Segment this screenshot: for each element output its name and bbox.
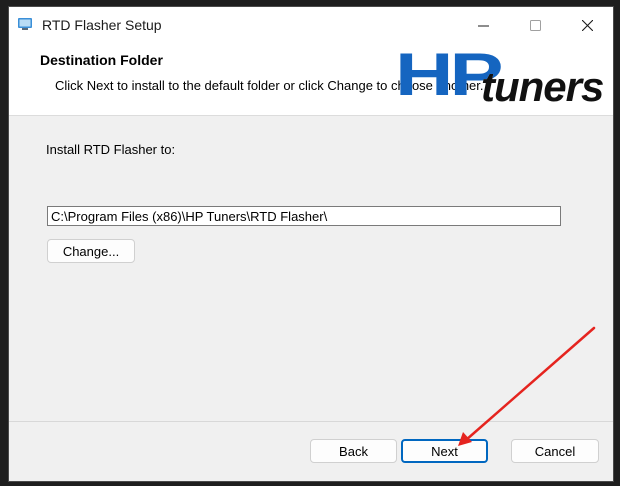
maximize-button[interactable] xyxy=(509,7,561,43)
installer-icon xyxy=(18,18,32,30)
title-bar: RTD Flasher Setup xyxy=(9,7,613,43)
back-button[interactable]: Back xyxy=(310,439,397,463)
next-button[interactable]: Next xyxy=(401,439,488,463)
close-button[interactable] xyxy=(561,7,613,43)
footer-divider xyxy=(9,421,613,422)
close-icon xyxy=(581,19,593,31)
change-button[interactable]: Change... xyxy=(47,239,135,263)
page-title: Destination Folder xyxy=(40,52,163,68)
install-path-field[interactable] xyxy=(47,206,561,226)
header-banner: Destination Folder Click Next to install… xyxy=(9,43,613,116)
install-location-label: Install RTD Flasher to: xyxy=(46,142,176,157)
installer-window: RTD Flasher Setup Destination Folder Cli… xyxy=(8,6,614,482)
minimize-button[interactable] xyxy=(457,7,509,43)
window-title: RTD Flasher Setup xyxy=(42,17,162,33)
logo-tuners-text: tuners xyxy=(481,63,604,110)
maximize-icon xyxy=(529,19,541,31)
minimize-icon xyxy=(477,25,489,26)
hp-tuners-logo: HP tuners xyxy=(393,43,613,113)
cancel-button[interactable]: Cancel xyxy=(511,439,599,463)
